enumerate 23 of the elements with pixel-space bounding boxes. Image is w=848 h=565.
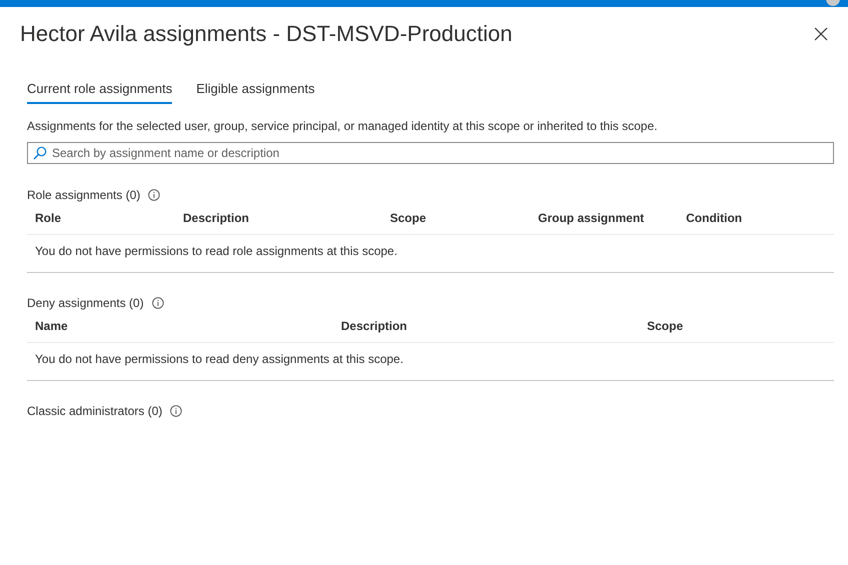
panel-title: Hector Avila assignments - DST-MSVD-Production — [20, 21, 512, 47]
info-icon[interactable] — [170, 405, 182, 417]
column-header: Role — [35, 211, 62, 225]
info-icon[interactable] — [152, 297, 164, 309]
table-message: You do not have permissions to read role assignments at this scope. — [35, 244, 398, 258]
table-message: You do not have permissions to read deny assignments at this scope. — [35, 352, 404, 366]
tab[interactable]: Eligible assignments — [196, 81, 315, 104]
info-icon[interactable] — [148, 189, 160, 201]
search-field[interactable]: Search by assignment name or description — [27, 142, 834, 164]
tab[interactable]: Current role assignments — [27, 81, 172, 104]
section-title: Classic administrators (0) — [27, 404, 162, 418]
column-header: Name — [35, 319, 68, 333]
column-header: Condition — [686, 211, 742, 225]
close-icon — [814, 27, 828, 41]
section-title: Deny assignments (0) — [27, 296, 144, 310]
close-button[interactable] — [814, 27, 828, 41]
column-header: Scope — [647, 319, 684, 333]
column-header: Description — [183, 211, 250, 225]
column-header: Description — [341, 319, 408, 333]
column-header: Scope — [390, 211, 426, 225]
description-text: Assignments for the selected user, group, service principal, or managed identity at this scope or inherited to this scope. — [27, 119, 658, 133]
column-header: Group assignment — [538, 211, 644, 225]
section-title: Role assignments (0) — [27, 188, 140, 202]
